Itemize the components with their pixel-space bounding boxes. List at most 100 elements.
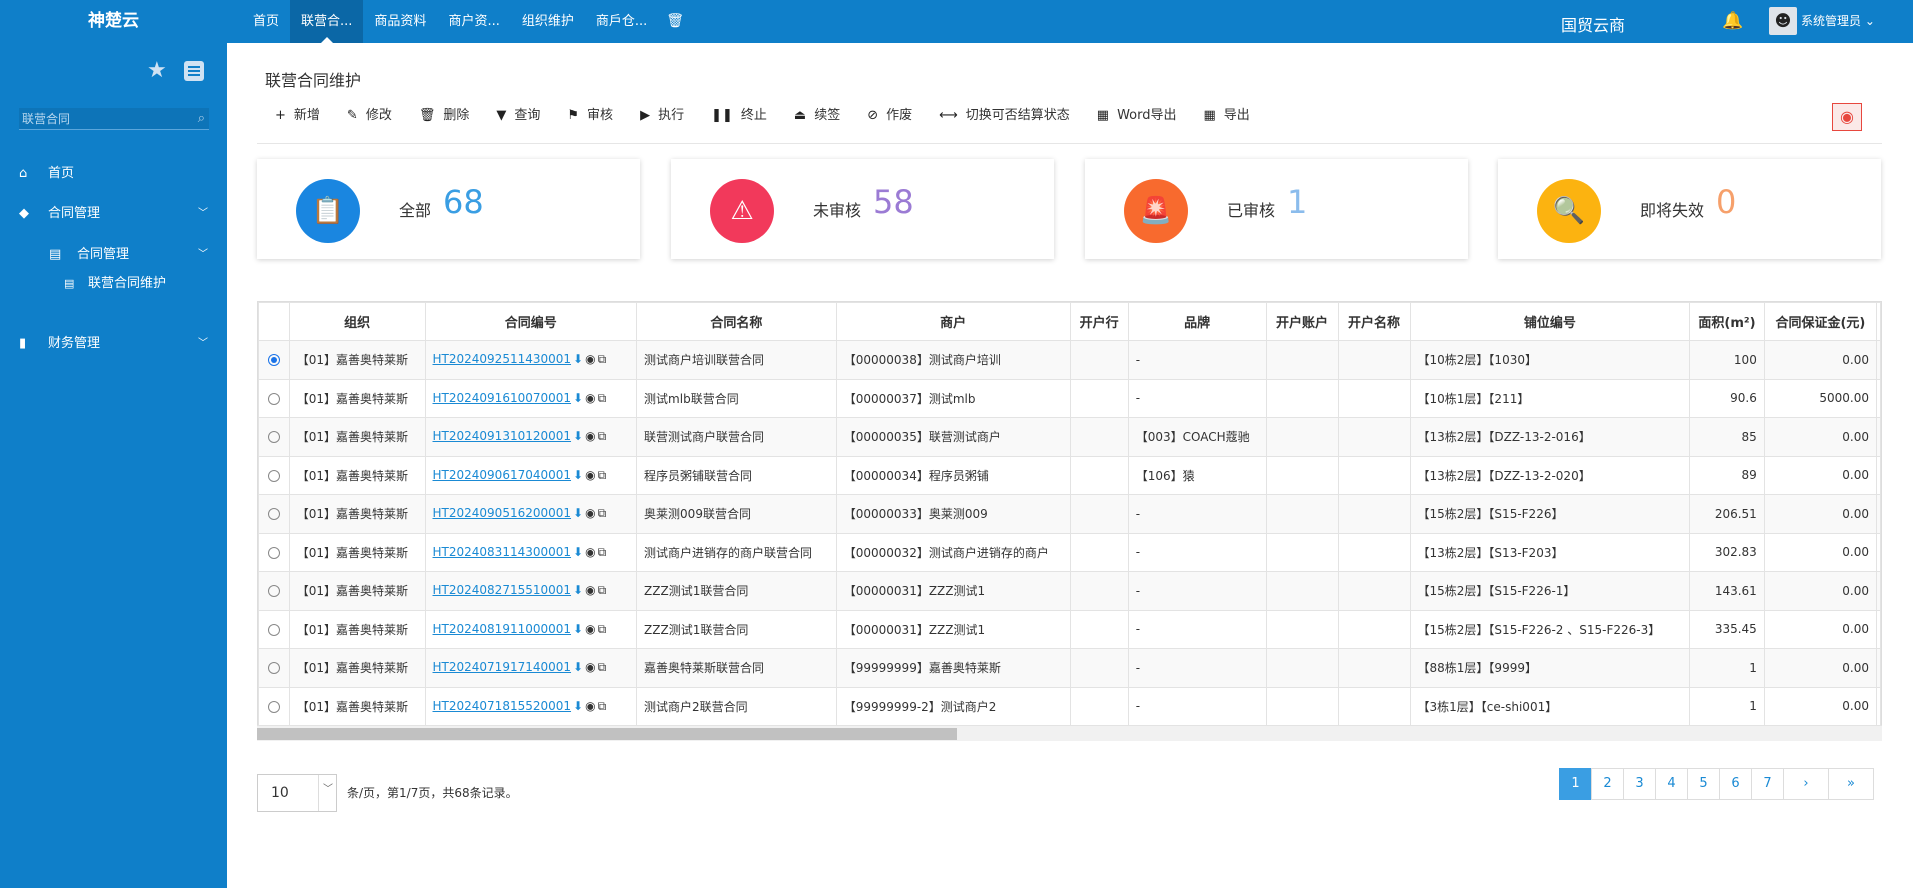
- scrollbar-thumb[interactable]: [257, 728, 957, 740]
- renew-button[interactable]: ⏏ 续签: [794, 104, 840, 128]
- copy-icon[interactable]: ⧉: [598, 468, 607, 483]
- copy-icon[interactable]: ⧉: [598, 699, 607, 714]
- download-icon[interactable]: ⬇: [573, 352, 583, 366]
- header-org[interactable]: 组织: [288, 302, 426, 341]
- target-icon[interactable]: ◉: [585, 352, 595, 366]
- table-row[interactable]: 【01】嘉善奥特莱斯 HT2024092511430001 ⬇ ◉ ⧉ 测试商户培训联营合…: [258, 340, 1881, 380]
- table-row[interactable]: 【01】嘉善奥特莱斯 HT2024090617040001 ⬇ ◉ ⧉ 程序员粥铺联营合同…: [258, 455, 1881, 495]
- download-icon[interactable]: ⬇: [573, 468, 583, 482]
- header-bank[interactable]: 开户行: [1069, 302, 1129, 341]
- target-icon[interactable]: ◉: [585, 583, 595, 597]
- row-radio[interactable]: [267, 469, 280, 482]
- page-5[interactable]: 5: [1687, 768, 1720, 800]
- target-icon[interactable]: ◉: [585, 622, 595, 636]
- page-4[interactable]: 4: [1655, 768, 1688, 800]
- target-icon[interactable]: ◉: [585, 468, 595, 482]
- page-1[interactable]: 1: [1559, 768, 1592, 800]
- table-row[interactable]: 【01】嘉善奥特莱斯 HT2024071917140001 ⬇ ◉ ⧉ 嘉善奥特莱斯联营合…: [258, 648, 1881, 688]
- list-icon[interactable]: [184, 61, 204, 81]
- execute-button[interactable]: ▶ 执行: [640, 104, 684, 128]
- bell-icon[interactable]: 🔔: [1722, 11, 1743, 31]
- audit-button[interactable]: ⚑ 审核: [567, 104, 613, 128]
- row-radio[interactable]: [267, 662, 280, 675]
- page-size-select[interactable]: 10 ﹀: [257, 774, 337, 812]
- top-nav-joint-contract[interactable]: 联营合...: [290, 0, 364, 43]
- target-icon[interactable]: ◉: [585, 506, 595, 520]
- copy-icon[interactable]: ⧉: [598, 506, 607, 521]
- sidebar-item-contract-maintain[interactable]: ▤ 联营合同维护: [0, 269, 227, 299]
- export-button[interactable]: ▦ 导出: [1204, 104, 1250, 128]
- contract-code-link[interactable]: HT2024090516200001: [433, 506, 572, 520]
- top-nav-goods[interactable]: 商品资料: [363, 0, 437, 43]
- target-icon[interactable]: ◉: [585, 391, 595, 405]
- stat-card-expiring[interactable]: 🔍 即将失效 0: [1498, 159, 1881, 259]
- user-menu[interactable]: 系统管理员 ⌄: [1801, 0, 1875, 43]
- table-row[interactable]: 【01】嘉善奥特莱斯 HT2024082715510001 ⬇ ◉ ⧉ ZZZ测试1联营合…: [258, 571, 1881, 611]
- terminate-button[interactable]: ❚❚ 终止: [711, 104, 767, 128]
- header-account-name[interactable]: 开户名称: [1337, 302, 1411, 341]
- row-radio[interactable]: [267, 354, 280, 367]
- query-button[interactable]: ▼ 查询: [496, 104, 540, 128]
- copy-icon[interactable]: ⧉: [598, 545, 607, 560]
- top-nav-merchant[interactable]: 商户资...: [437, 0, 510, 43]
- word-export-button[interactable]: ▦ Word导出: [1097, 104, 1177, 128]
- page-7[interactable]: 7: [1751, 768, 1784, 800]
- target-icon[interactable]: ◉: [585, 699, 595, 713]
- table-row[interactable]: 【01】嘉善奥特莱斯 HT2024081911000001 ⬇ ◉ ⧉ ZZZ测试1联营合…: [258, 609, 1881, 649]
- target-icon[interactable]: ◉: [585, 429, 595, 443]
- row-radio[interactable]: [267, 392, 280, 405]
- toggle-settle-button[interactable]: ⟷ 切换可否结算状态: [939, 104, 1070, 128]
- target-icon[interactable]: ◉: [585, 660, 595, 674]
- copy-icon[interactable]: ⧉: [598, 391, 607, 406]
- page-2[interactable]: 2: [1591, 768, 1624, 800]
- horizontal-scrollbar[interactable]: [257, 725, 1882, 741]
- page-3[interactable]: 3: [1623, 768, 1656, 800]
- top-nav-warehouse[interactable]: 商戶仓...: [585, 0, 658, 43]
- header-merchant[interactable]: 商户: [835, 302, 1071, 341]
- download-icon[interactable]: ⬇: [573, 583, 583, 597]
- target-icon[interactable]: ◉: [585, 545, 595, 559]
- contract-code-link[interactable]: HT2024071917140001: [433, 660, 572, 674]
- stat-card-audited[interactable]: 🚨 已审核 1: [1085, 159, 1468, 259]
- header-code[interactable]: 合同编号: [424, 302, 638, 341]
- download-icon[interactable]: ⬇: [573, 429, 583, 443]
- copy-icon[interactable]: ⧉: [598, 429, 607, 444]
- download-icon[interactable]: ⬇: [573, 699, 583, 713]
- add-button[interactable]: + 新增: [275, 104, 320, 128]
- table-row[interactable]: 【01】嘉善奥特莱斯 HT2024090516200001 ⬇ ◉ ⧉ 奥莱测009联营合…: [258, 494, 1881, 534]
- contract-code-link[interactable]: HT2024091610070001: [433, 391, 572, 405]
- sidebar-item-contract-mgmt[interactable]: ◆ 合同管理 ﹀: [0, 199, 227, 229]
- sidebar-search-input[interactable]: [19, 108, 179, 129]
- header-account[interactable]: 开户账户: [1265, 302, 1339, 341]
- top-nav-home[interactable]: 首页: [242, 0, 290, 43]
- contract-code-link[interactable]: HT2024083114300001: [433, 545, 572, 559]
- void-button[interactable]: ⊘ 作废: [867, 104, 912, 128]
- copy-icon[interactable]: ⧉: [598, 660, 607, 675]
- contract-code-link[interactable]: HT2024071815520001: [433, 699, 572, 713]
- page-6[interactable]: 6: [1719, 768, 1752, 800]
- edit-button[interactable]: ✎ 修改: [347, 104, 392, 128]
- header-brand[interactable]: 品牌: [1127, 302, 1267, 341]
- row-radio[interactable]: [267, 700, 280, 713]
- header-deposit[interactable]: 合同保证金(元): [1763, 302, 1877, 341]
- contract-code-link[interactable]: HT2024081911000001: [433, 622, 572, 636]
- contract-code-link[interactable]: HT2024090617040001: [433, 468, 572, 482]
- last-page-button[interactable]: »: [1828, 768, 1874, 800]
- sidebar-item-finance[interactable]: ▮ 财务管理 ﹀: [0, 329, 227, 359]
- header-booth[interactable]: 铺位编号: [1409, 302, 1691, 341]
- copy-icon[interactable]: ⧉: [598, 352, 607, 367]
- download-icon[interactable]: ⬇: [573, 391, 583, 405]
- sidebar-item-home[interactable]: ⌂ 首页: [0, 159, 227, 189]
- header-name[interactable]: 合同名称: [636, 302, 837, 341]
- top-nav-org[interactable]: 组织维护: [511, 0, 585, 43]
- table-row[interactable]: 【01】嘉善奥特莱斯 HT2024083114300001 ⬇ ◉ ⧉ 测试商户进销存的商…: [258, 532, 1881, 572]
- row-radio[interactable]: [267, 546, 280, 559]
- contract-code-link[interactable]: HT2024091310120001: [433, 429, 572, 443]
- eye-icon[interactable]: ◉: [1832, 103, 1862, 131]
- table-row[interactable]: 【01】嘉善奥特莱斯 HT2024071815520001 ⬇ ◉ ⧉ 测试商户2联营合同…: [258, 686, 1881, 726]
- stat-card-all[interactable]: 📋 全部 68: [257, 159, 640, 259]
- delete-button[interactable]: 🗑 删除: [419, 104, 470, 128]
- stat-card-unaudited[interactable]: ⚠ 未审核 58: [671, 159, 1054, 259]
- download-icon[interactable]: ⬇: [573, 545, 583, 559]
- row-radio[interactable]: [267, 585, 280, 598]
